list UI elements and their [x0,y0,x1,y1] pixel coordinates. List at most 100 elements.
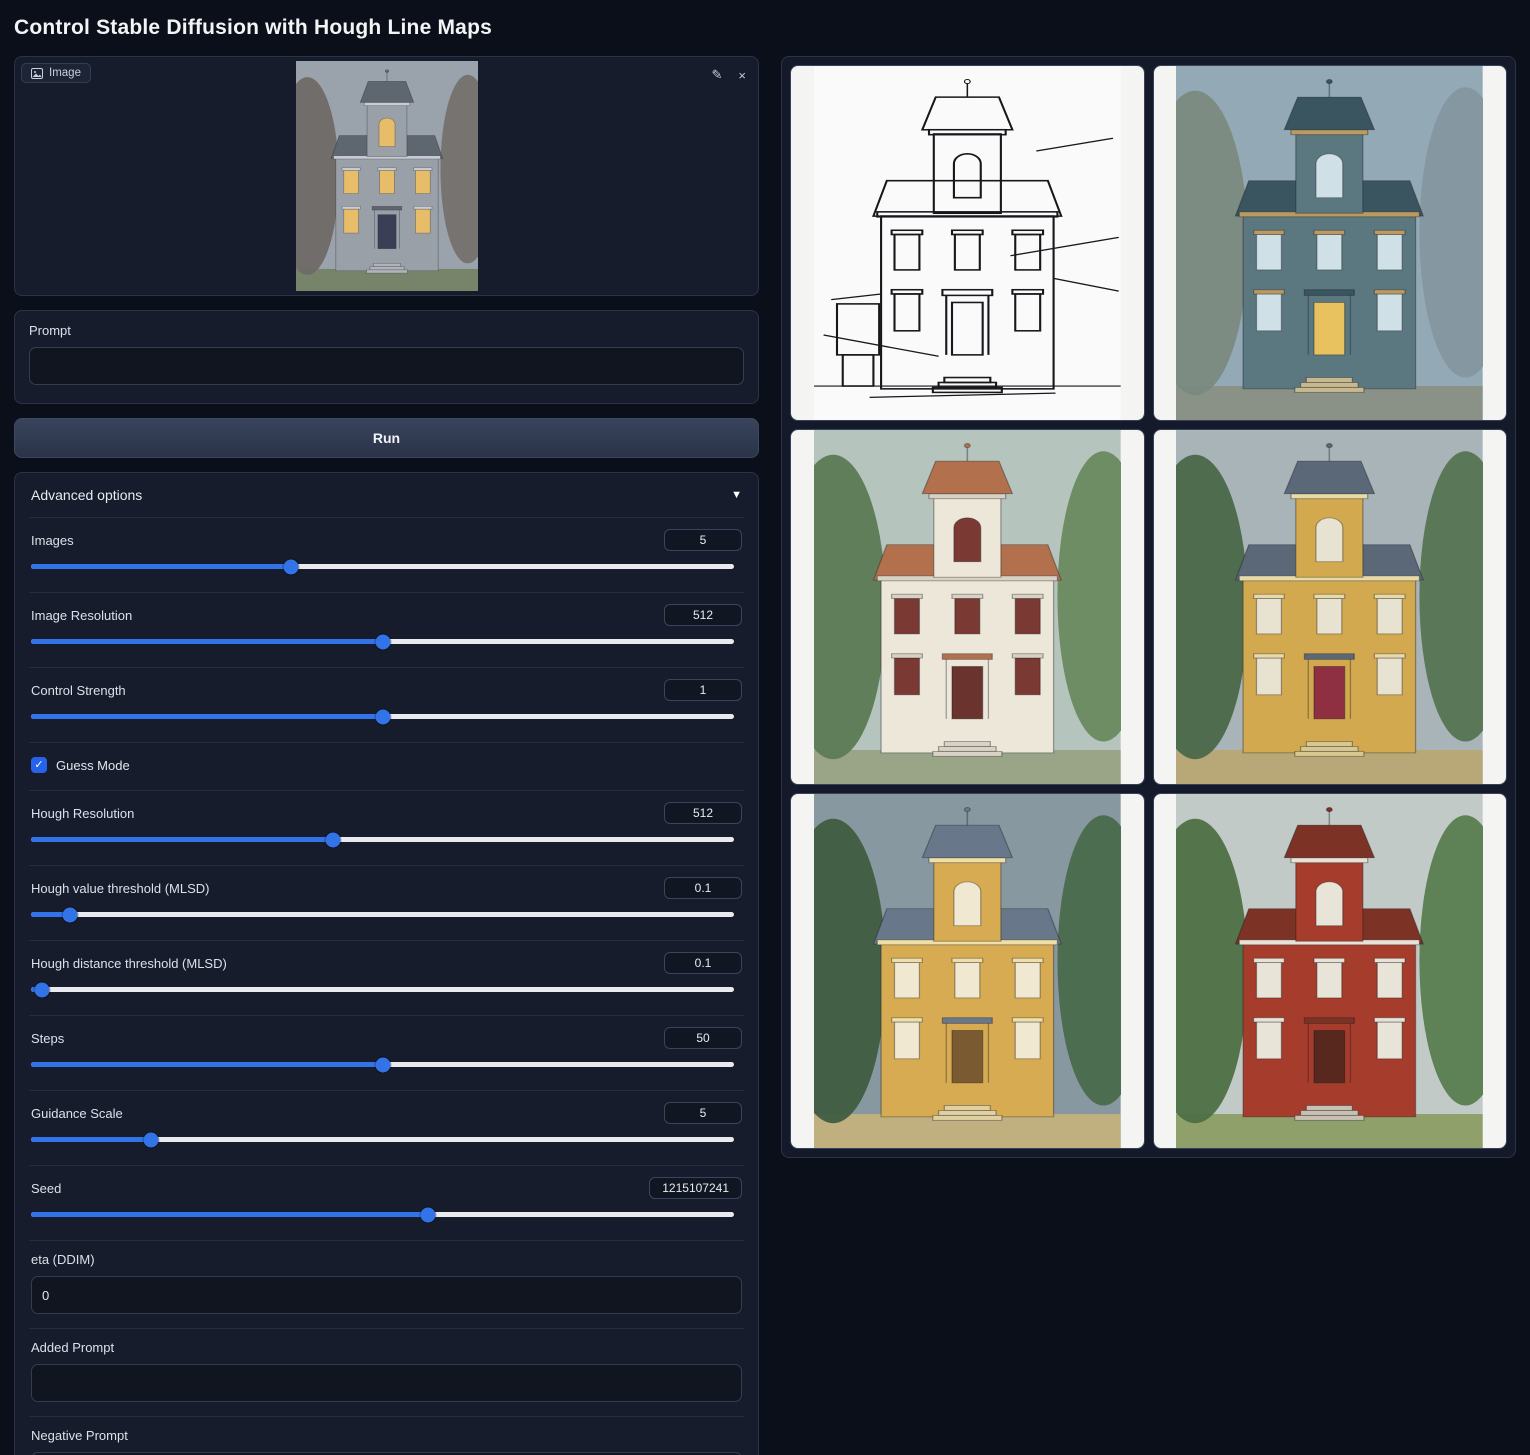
advanced-options-header[interactable]: Advanced options ▼ [29,473,744,517]
generated-house-white-image [814,430,1121,784]
slider-value-images[interactable]: 5 [664,529,742,551]
control-row-control-strength: Control Strength 1 [29,667,744,742]
input-house-photo-image [296,61,478,291]
field-label-negative-prompt: Negative Prompt [31,1428,128,1443]
control-row-negative-prompt: Negative Prompt [29,1416,744,1455]
eta-ddim-input[interactable] [31,1276,742,1314]
control-row-guess-mode: ✓ Guess Mode [29,742,744,790]
main-layout: Image ✎ × Prompt Run Advanced options ▼ … [14,56,1516,1455]
output-gallery [781,56,1516,1158]
control-row-guidance-scale: Guidance Scale 5 [29,1090,744,1165]
edit-image-button[interactable]: ✎ [710,65,725,85]
advanced-controls: Images 5 Image Resolution 512 Control Streng… [29,517,744,1455]
field-label-eta-ddim: eta (DDIM) [31,1252,95,1267]
slider-seed[interactable] [31,1212,734,1217]
slider-fill [31,564,291,569]
slider-guidance-scale[interactable] [31,1137,734,1142]
slider-value-image-resolution[interactable]: 512 [664,604,742,626]
image-label-tab: Image [21,63,91,83]
app-root: Control Stable Diffusion with Hough Line… [0,0,1530,1455]
input-column: Image ✎ × Prompt Run Advanced options ▼ … [14,56,759,1455]
slider-label-seed: Seed [31,1181,61,1196]
page-title: Control Stable Diffusion with Hough Line… [14,16,1516,40]
run-button[interactable]: Run [14,418,759,458]
input-image-preview[interactable] [296,61,478,291]
prompt-label: Prompt [29,323,744,338]
hough-line-map-image [814,66,1121,420]
clear-image-button[interactable]: × [736,65,748,85]
collapse-caret-icon: ▼ [731,489,742,501]
image-icon [31,68,43,79]
generated-house-red-brick-image [1176,794,1483,1148]
slider-value-seed[interactable]: 1215107241 [649,1177,742,1199]
slider-value-control-strength[interactable]: 1 [664,679,742,701]
slider-value-hough-value-threshold-mlsd[interactable]: 0.1 [664,877,742,899]
slider-label-steps: Steps [31,1031,64,1046]
slider-fill [31,1062,383,1067]
slider-handle[interactable] [375,634,390,649]
slider-fill [31,714,383,719]
control-row-image-resolution: Image Resolution 512 [29,592,744,667]
gallery-item-generated-house-gold[interactable] [790,793,1145,1149]
control-row-hough-resolution: Hough Resolution 512 [29,790,744,865]
control-row-hough-value-threshold-mlsd: Hough value threshold (MLSD) 0.1 [29,865,744,940]
control-row-eta-ddim: eta (DDIM) [29,1240,744,1328]
gallery-item-generated-house-teal[interactable] [1153,65,1508,421]
field-label-added-prompt: Added Prompt [31,1340,114,1355]
slider-label-hough-value-threshold-mlsd: Hough value threshold (MLSD) [31,881,209,896]
slider-handle[interactable] [35,982,50,997]
control-row-hough-distance-threshold-mlsd: Hough distance threshold (MLSD) 0.1 [29,940,744,1015]
advanced-options-label: Advanced options [31,487,142,503]
control-row-steps: Steps 50 [29,1015,744,1090]
guess-mode-checkbox[interactable]: ✓ Guess Mode [31,754,742,776]
prompt-input[interactable] [29,347,744,385]
image-actions: ✎ × [710,65,749,85]
slider-fill [31,837,333,842]
image-label: Image [49,67,81,79]
slider-handle[interactable] [375,1057,390,1072]
slider-label-guidance-scale: Guidance Scale [31,1106,123,1121]
slider-value-steps[interactable]: 50 [664,1027,742,1049]
slider-label-control-strength: Control Strength [31,683,126,698]
slider-handle[interactable] [143,1132,158,1147]
gallery-item-generated-house-white[interactable] [790,429,1145,785]
gallery-item-generated-house-red-brick[interactable] [1153,793,1508,1149]
control-row-images: Images 5 [29,517,744,592]
gallery-item-hough-line-map[interactable] [790,65,1145,421]
slider-label-hough-distance-threshold-mlsd: Hough distance threshold (MLSD) [31,956,227,971]
control-row-seed: Seed 1215107241 [29,1165,744,1240]
slider-label-image-resolution: Image Resolution [31,608,132,623]
slider-hough-distance-threshold-mlsd[interactable] [31,987,734,992]
slider-handle[interactable] [62,907,77,922]
slider-fill [31,1137,151,1142]
slider-handle[interactable] [326,832,341,847]
slider-value-hough-distance-threshold-mlsd[interactable]: 0.1 [664,952,742,974]
checkbox-check-icon[interactable]: ✓ [31,757,47,773]
generated-house-gold-image [814,794,1121,1148]
advanced-options-panel: Advanced options ▼ Images 5 Image Resoluti… [14,472,759,1455]
slider-handle[interactable] [284,559,299,574]
control-row-added-prompt: Added Prompt [29,1328,744,1416]
slider-steps[interactable] [31,1062,734,1067]
slider-hough-value-threshold-mlsd[interactable] [31,912,734,917]
slider-value-guidance-scale[interactable]: 5 [664,1102,742,1124]
slider-handle[interactable] [421,1207,436,1222]
slider-images[interactable] [31,564,734,569]
slider-fill [31,639,383,644]
slider-hough-resolution[interactable] [31,837,734,842]
slider-label-hough-resolution: Hough Resolution [31,806,134,821]
gallery-grid [790,65,1507,1149]
prompt-panel: Prompt [14,310,759,404]
generated-house-mustard-image [1176,430,1483,784]
slider-value-hough-resolution[interactable]: 512 [664,802,742,824]
checkbox-label: Guess Mode [56,758,130,773]
gallery-item-generated-house-mustard[interactable] [1153,429,1508,785]
image-input-panel: Image ✎ × [14,56,759,296]
slider-control-strength[interactable] [31,714,734,719]
slider-image-resolution[interactable] [31,639,734,644]
slider-label-images: Images [31,533,74,548]
generated-house-teal-image [1176,66,1483,420]
added-prompt-input[interactable] [31,1364,742,1402]
slider-fill [31,1212,428,1217]
slider-handle[interactable] [375,709,390,724]
